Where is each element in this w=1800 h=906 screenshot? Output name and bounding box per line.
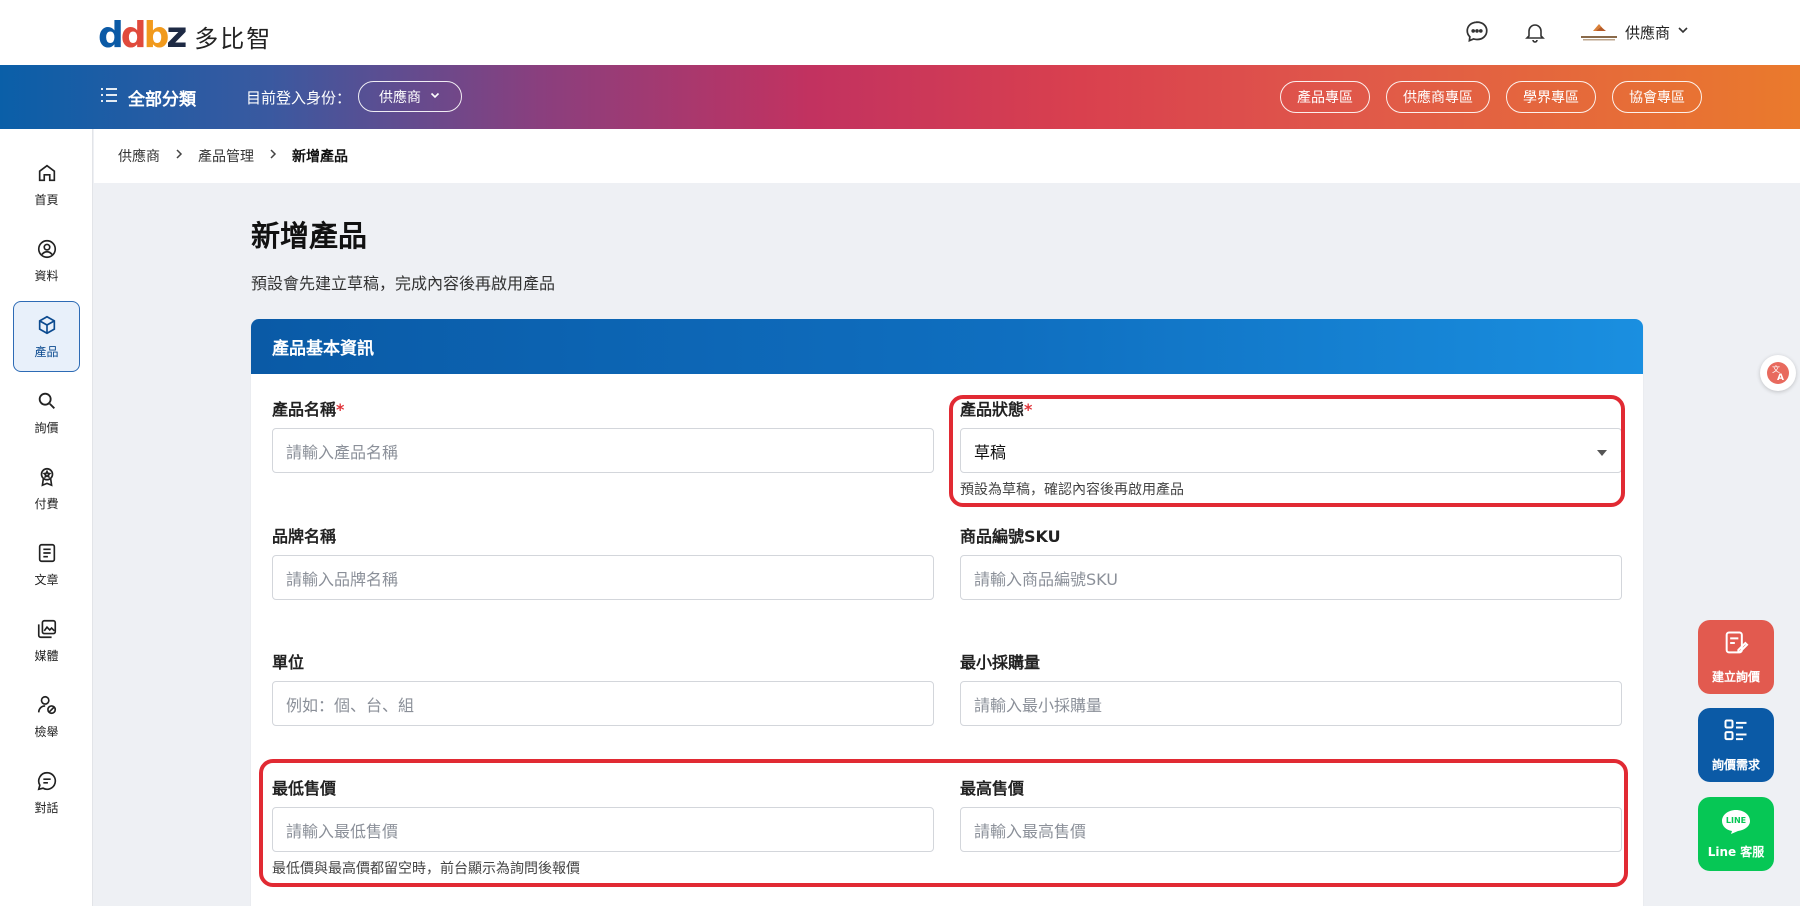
sidebar-item-articles[interactable]: 文章 — [13, 529, 80, 600]
sidebar-item-chat[interactable]: 對話 — [13, 757, 80, 828]
unit-label: 單位 — [272, 653, 305, 672]
zone-suppliers[interactable]: 供應商專區 — [1386, 81, 1490, 113]
zone-associations[interactable]: 協會專區 — [1612, 81, 1702, 113]
create-inquiry-button[interactable]: 建立詢價 — [1698, 620, 1774, 694]
zone-products[interactable]: 產品專區 — [1280, 81, 1370, 113]
inquiry-demand-label: 詢價需求 — [1711, 758, 1760, 772]
account-menu[interactable]: 供應商 — [1579, 21, 1690, 43]
inquiry-demand-button[interactable]: 詢價需求 — [1698, 708, 1774, 782]
role-select[interactable]: 供應商 — [358, 81, 462, 112]
field-sku: 商品編號SKU 請輸入商品編號SKU — [960, 523, 1622, 600]
sidebar-item-report[interactable]: 檢舉 — [13, 681, 80, 752]
breadcrumb-supplier[interactable]: 供應商 — [118, 146, 160, 166]
translate-icon[interactable]: 文A — [1760, 355, 1796, 391]
chevron-down-icon — [1676, 23, 1690, 41]
all-categories-label: 全部分類 — [128, 90, 196, 110]
brand-name-input[interactable]: 請輸入品牌名稱 — [272, 555, 934, 600]
field-unit: 單位 例如：個、台、組 — [272, 649, 934, 726]
sidebar-item-label: 對話 — [34, 800, 59, 815]
sidebar-item-label: 檢舉 — [34, 724, 59, 739]
list-icon — [100, 87, 118, 108]
sidebar-item-profile[interactable]: 資料 — [13, 225, 80, 296]
product-name-label: 產品名稱* — [272, 400, 345, 419]
message-icon[interactable] — [1463, 18, 1491, 46]
breadcrumb: 供應商 產品管理 新增產品 — [118, 146, 348, 166]
sidebar-item-label: 媒體 — [34, 648, 59, 663]
chevron-right-icon — [174, 148, 184, 164]
sidebar-item-label: 首頁 — [34, 192, 59, 207]
logo[interactable]: ddbz 多比智 — [98, 18, 272, 54]
bell-icon[interactable] — [1521, 18, 1549, 46]
zone-academia[interactable]: 學界專區 — [1506, 81, 1596, 113]
role-value: 供應商 — [379, 89, 421, 106]
chevron-right-icon — [268, 148, 278, 164]
min-order-qty-input[interactable]: 請輸入最小採購量 — [960, 681, 1622, 726]
edit-note-icon — [1722, 629, 1750, 660]
highlight-status-box — [949, 395, 1625, 507]
line-badge: LINE — [1725, 815, 1747, 825]
card-title: 產品基本資訊 — [251, 319, 1643, 374]
min-order-qty-label: 最小採購量 — [960, 653, 1041, 672]
media-icon — [36, 618, 58, 643]
page-subtitle: 預設會先建立草稿，完成內容後再啟用產品 — [251, 274, 556, 293]
breadcrumb-product-management[interactable]: 產品管理 — [198, 146, 254, 166]
sidebar-item-label: 付費 — [34, 496, 59, 511]
svg-text:A: A — [1777, 373, 1784, 383]
sidebar-item-payment[interactable]: 付費 — [13, 453, 80, 524]
line-service-label: Line 客服 — [1707, 844, 1765, 859]
badge-icon — [36, 466, 58, 491]
home-icon — [36, 162, 58, 187]
line-icon: LINE — [1720, 809, 1752, 835]
breadcrumb-bar: 供應商 產品管理 新增產品 — [94, 129, 1800, 183]
highlight-price-box — [259, 759, 1628, 887]
unit-input[interactable]: 例如：個、台、組 — [272, 681, 934, 726]
field-brand-name: 品牌名稱 請輸入品牌名稱 — [272, 523, 934, 600]
top-bar: ddbz 多比智 供應商 — [0, 0, 1800, 65]
logo-mark-icon: ddbz — [98, 15, 187, 56]
line-service-button[interactable]: LINE Line 客服 — [1698, 797, 1774, 871]
sidebar: 首頁 資料 產品 詢價 付費 文章 媒體 檢舉 對話 — [0, 129, 93, 906]
user-circle-icon — [36, 238, 58, 263]
create-inquiry-label: 建立詢價 — [1711, 670, 1760, 684]
sku-input[interactable]: 請輸入商品編號SKU — [960, 555, 1622, 600]
sidebar-item-inquiry[interactable]: 詢價 — [13, 377, 80, 448]
breadcrumb-current: 新增產品 — [292, 149, 348, 165]
sidebar-item-media[interactable]: 媒體 — [13, 605, 80, 676]
brand-name-label: 品牌名稱 — [272, 527, 337, 546]
box-icon — [36, 314, 58, 339]
list-grid-icon — [1722, 717, 1750, 748]
product-name-input[interactable]: 請輸入產品名稱 — [272, 428, 934, 473]
chevron-down-icon — [429, 89, 441, 105]
search-icon — [36, 390, 58, 415]
sidebar-item-label: 文章 — [34, 572, 59, 587]
article-icon — [36, 542, 58, 567]
sidebar-item-label: 產品 — [34, 344, 59, 359]
field-min-order-qty: 最小採購量 請輸入最小採購量 — [960, 649, 1622, 726]
sidebar-item-label: 詢價 — [34, 420, 59, 435]
report-icon — [36, 694, 58, 719]
sku-label: 商品編號SKU — [960, 527, 1061, 546]
field-product-name: 產品名稱* 請輸入產品名稱 — [272, 396, 934, 473]
category-band: 全部分類 目前登入身份： 供應商 產品專區 供應商專區 學界專區 協會專區 — [0, 65, 1800, 129]
account-name: 供應商 — [1624, 23, 1670, 42]
sidebar-item-label: 資料 — [34, 268, 59, 283]
page-title: 新增產品 — [251, 219, 368, 253]
chat-icon — [36, 770, 58, 795]
all-categories-button[interactable]: 全部分類 — [100, 85, 196, 110]
role-label: 目前登入身份： — [246, 89, 352, 107]
company-logo-icon — [1579, 21, 1619, 43]
logo-name: 多比智 — [194, 24, 273, 53]
sidebar-item-products[interactable]: 產品 — [13, 301, 80, 372]
sidebar-item-home[interactable]: 首頁 — [13, 149, 80, 220]
